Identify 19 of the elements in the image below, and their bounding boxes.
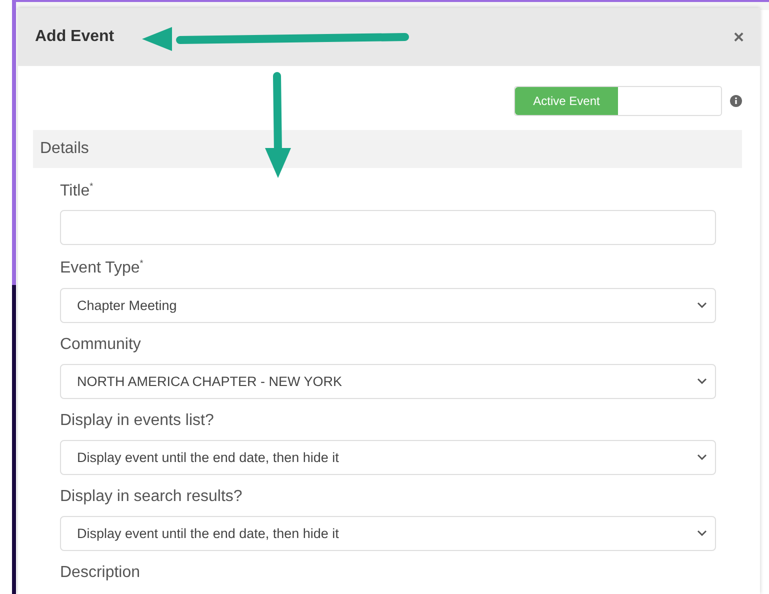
chevron-icon xyxy=(697,454,707,460)
dropdown[interactable]: Display event until the end date, then hide it xyxy=(60,440,716,475)
info-icon[interactable] xyxy=(730,95,742,107)
chevron-icon xyxy=(697,530,707,536)
dropdown[interactable]: Chapter Meeting xyxy=(60,288,716,323)
dropdown[interactable]: Display event until the end date, then hide it xyxy=(60,516,716,551)
field-label: Display in search results? xyxy=(60,488,244,506)
input-field[interactable] xyxy=(60,210,716,246)
field-label: Title$^{*}$ xyxy=(60,181,94,200)
section-title: Details xyxy=(40,140,89,158)
chevron-icon xyxy=(697,378,707,384)
dialog-title: Add Event xyxy=(35,28,114,46)
dropdown[interactable]: NORTH AMERICA CHAPTER - NEW YORK xyxy=(60,364,716,399)
field-label: Event Type$^{*}$ xyxy=(60,258,144,278)
chevron-icon xyxy=(697,302,707,308)
close-button[interactable]: × xyxy=(731,26,746,48)
field-label: Community xyxy=(60,336,142,354)
field-label: Display in events list? xyxy=(60,412,215,430)
field-label: Description xyxy=(60,564,142,582)
